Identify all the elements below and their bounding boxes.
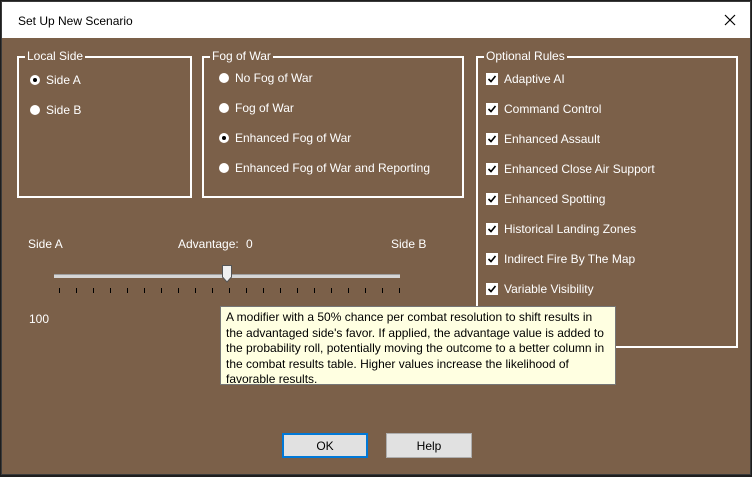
local-side-label: Local Side	[25, 49, 86, 63]
close-icon	[724, 14, 736, 26]
optional-rule-checkbox[interactable]: Command Control	[486, 102, 601, 116]
slider-tick	[127, 288, 128, 293]
optional-rules-label: Optional Rules	[484, 49, 567, 63]
advantage-min-value: 100	[29, 312, 50, 326]
radio-side-a[interactable]: Side A	[30, 73, 81, 87]
slider-tick	[59, 288, 60, 293]
radio-indicator	[30, 105, 40, 115]
advantage-label: Advantage:	[178, 237, 239, 251]
optional-rule-label: Enhanced Assault	[504, 132, 601, 146]
checkmark-icon	[487, 165, 497, 173]
optional-rule-checkbox[interactable]: Adaptive AI	[486, 72, 565, 86]
advantage-value: 0	[246, 237, 253, 251]
optional-rule-label: Command Control	[504, 102, 602, 116]
checkbox-indicator	[486, 103, 498, 115]
optional-rule-label: Historical Landing Zones	[504, 222, 637, 236]
advantage-slider-thumb[interactable]	[222, 265, 232, 283]
optional-rule-label: Variable Visibility	[504, 282, 594, 296]
radio-enhanced-fog-of-war[interactable]: Enhanced Fog of War	[219, 131, 351, 145]
checkbox-indicator	[486, 163, 498, 175]
ok-button[interactable]: OK	[282, 433, 368, 458]
radio-fog-of-war[interactable]: Fog of War	[219, 101, 294, 115]
slider-tick	[110, 288, 111, 293]
help-button[interactable]: Help	[386, 433, 472, 458]
checkmark-icon	[487, 255, 497, 263]
side-b-label: Side B	[391, 237, 427, 251]
optional-rule-label: Enhanced Close Air Support	[504, 162, 655, 176]
radio-indicator	[219, 73, 229, 83]
fog-of-war-label: Fog of War	[210, 49, 273, 63]
slider-tick	[229, 288, 230, 293]
slider-thumb-icon	[222, 265, 232, 283]
optional-rule-label: Adaptive AI	[504, 72, 565, 86]
slider-tick	[76, 288, 77, 293]
side-a-label: Side A	[28, 237, 63, 251]
radio-side-b-label: Side B	[46, 103, 82, 117]
optional-rule-checkbox[interactable]: Enhanced Spotting	[486, 192, 605, 206]
slider-tick	[382, 288, 383, 293]
slider-tick	[280, 288, 281, 293]
slider-tick	[314, 288, 315, 293]
radio-side-a-label: Side A	[46, 73, 81, 87]
slider-tick	[263, 288, 264, 293]
slider-tick	[365, 288, 366, 293]
optional-rule-checkbox[interactable]: Enhanced Close Air Support	[486, 162, 655, 176]
checkbox-indicator	[486, 223, 498, 235]
radio-side-b[interactable]: Side B	[30, 103, 81, 117]
radio-label: No Fog of War	[235, 71, 313, 85]
checkbox-indicator	[486, 73, 498, 85]
radio-indicator	[219, 163, 229, 173]
checkbox-indicator	[486, 253, 498, 265]
title-bar: Set Up New Scenario	[2, 2, 750, 38]
optional-rule-label: Enhanced Spotting	[504, 192, 606, 206]
slider-tick	[399, 288, 400, 293]
checkbox-indicator	[486, 283, 498, 295]
radio-indicator	[219, 103, 229, 113]
slider-tick	[178, 288, 179, 293]
optional-rule-checkbox[interactable]: Enhanced Assault	[486, 132, 600, 146]
radio-label: Enhanced Fog of War and Reporting	[235, 161, 431, 175]
optional-rule-checkbox[interactable]: Variable Visibility	[486, 282, 594, 296]
advantage-tooltip: A modifier with a 50% chance per combat …	[220, 306, 616, 386]
slider-tick	[195, 288, 196, 293]
checkmark-icon	[487, 75, 497, 83]
checkmark-icon	[487, 195, 497, 203]
slider-tick	[331, 288, 332, 293]
slider-tick	[297, 288, 298, 293]
checkmark-icon	[487, 285, 497, 293]
slider-tick	[144, 288, 145, 293]
checkmark-icon	[487, 105, 497, 113]
radio-no-fog-of-war[interactable]: No Fog of War	[219, 71, 313, 85]
slider-tick	[212, 288, 213, 293]
slider-ticks	[59, 288, 400, 294]
checkbox-indicator	[486, 133, 498, 145]
radio-label: Fog of War	[235, 101, 294, 115]
checkmark-icon	[487, 225, 497, 233]
optional-rule-checkbox[interactable]: Indirect Fire By The Map	[486, 252, 635, 266]
radio-label: Enhanced Fog of War	[235, 131, 352, 145]
checkmark-icon	[487, 135, 497, 143]
radio-enhanced-fog-of-war-reporting[interactable]: Enhanced Fog of War and Reporting	[219, 161, 430, 175]
radio-indicator	[219, 133, 229, 143]
checkbox-indicator	[486, 193, 498, 205]
scenario-setup-dialog: Set Up New Scenario Local Side Side A Si…	[1, 1, 751, 475]
slider-tick	[161, 288, 162, 293]
radio-indicator	[30, 75, 40, 85]
slider-tick	[246, 288, 247, 293]
slider-tick	[348, 288, 349, 293]
slider-tick	[93, 288, 94, 293]
close-button[interactable]	[718, 8, 742, 32]
window-title: Set Up New Scenario	[18, 14, 133, 28]
optional-rule-label: Indirect Fire By The Map	[504, 252, 636, 266]
optional-rule-checkbox[interactable]: Historical Landing Zones	[486, 222, 636, 236]
